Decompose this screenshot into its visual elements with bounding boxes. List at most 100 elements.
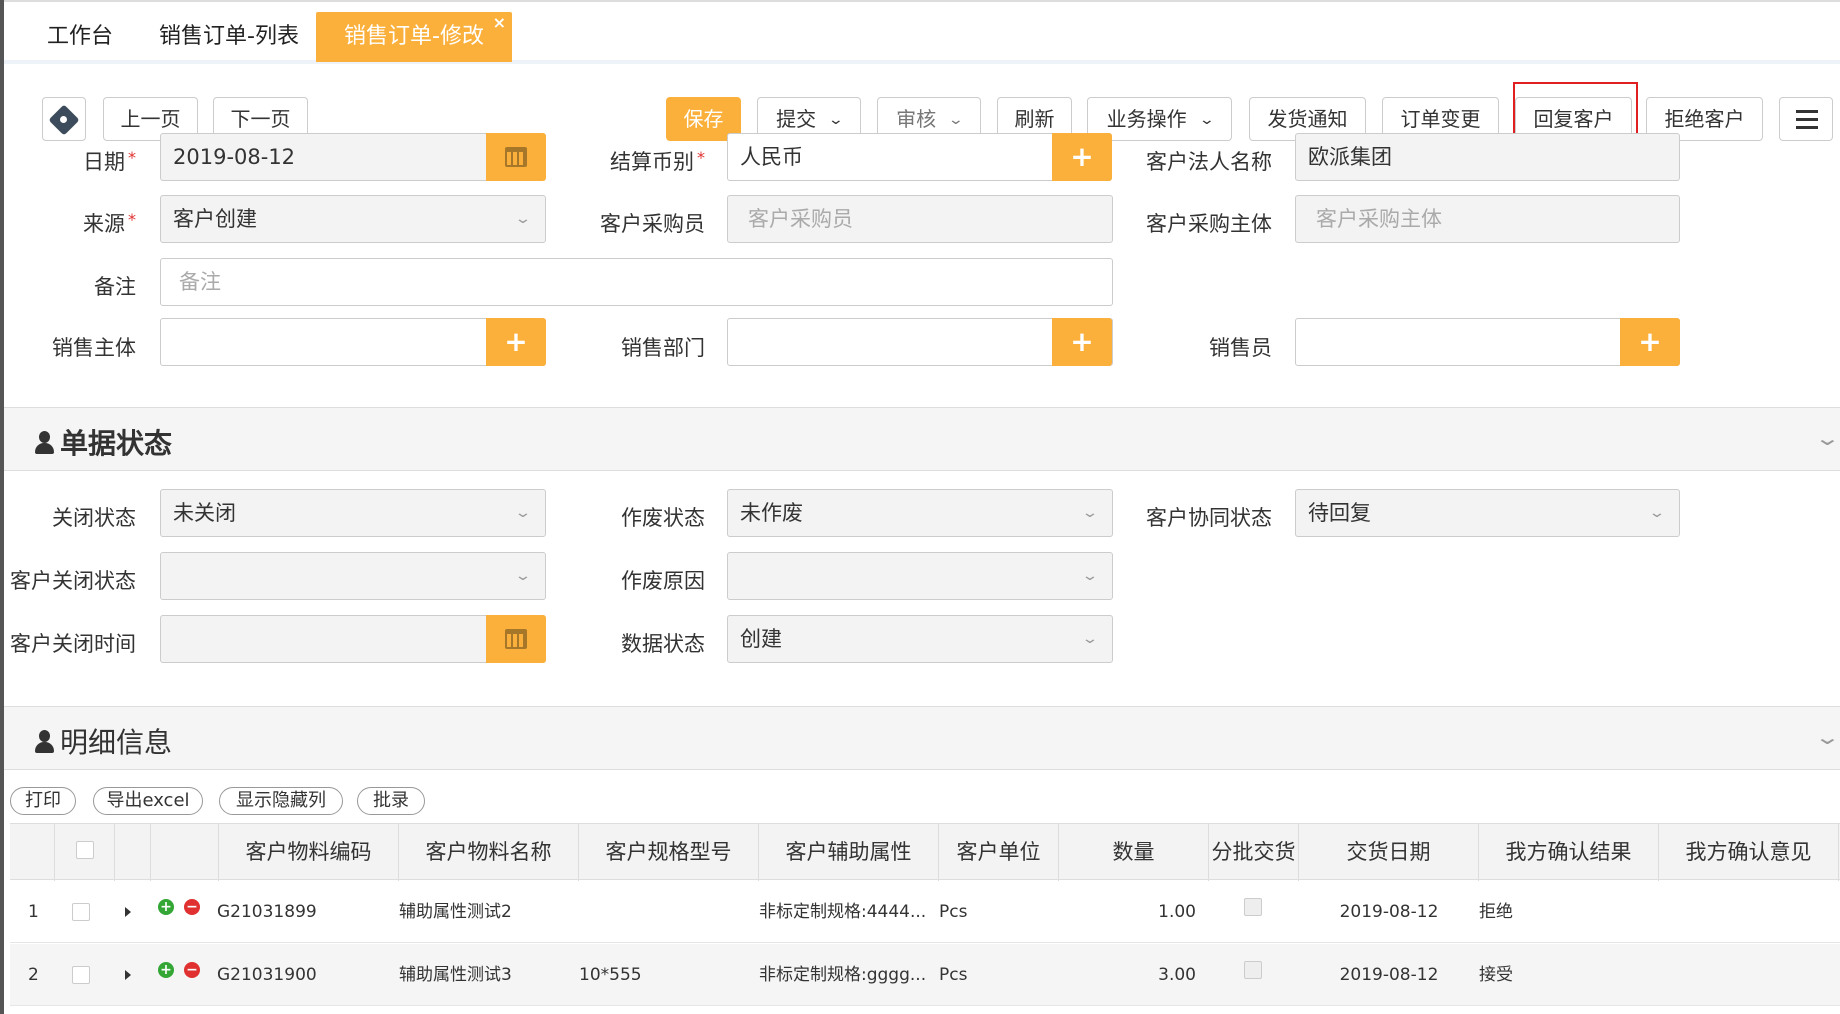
close-status-label: 关闭状态 bbox=[52, 506, 136, 530]
cell-qty: 3.00 bbox=[1158, 965, 1196, 985]
void-status-label: 作废状态 bbox=[621, 506, 705, 530]
cell-result: 接受 bbox=[1479, 965, 1513, 985]
add-row-icon[interactable]: + bbox=[158, 899, 174, 915]
table-row[interactable]: 2 + − G21031900 辅助属性测试3 10*555 非标定制规格:gg… bbox=[10, 944, 1840, 1006]
cell-date: 2019-08-12 bbox=[1339, 902, 1439, 922]
remark-label: 备注 bbox=[94, 275, 136, 299]
calendar-icon[interactable] bbox=[486, 615, 546, 663]
cust-close-status-label: 客户关闭状态 bbox=[10, 569, 136, 593]
tab-sales-order-list[interactable]: 销售订单-列表 bbox=[144, 12, 314, 62]
batch-delivery-checkbox[interactable] bbox=[1244, 961, 1262, 979]
tab-sales-order-edit[interactable]: 销售订单-修改 × bbox=[316, 12, 512, 62]
source-label: 来源 * bbox=[83, 210, 136, 236]
cell-unit: Pcs bbox=[939, 965, 968, 985]
cell-name: 辅助属性测试2 bbox=[399, 902, 512, 922]
print-button[interactable]: 打印 bbox=[10, 787, 76, 815]
calendar-icon[interactable] bbox=[486, 133, 546, 181]
column-header[interactable]: 客户物料编码 bbox=[219, 824, 399, 881]
remove-row-icon[interactable]: − bbox=[184, 962, 200, 978]
legal-name-label: 客户法人名称 bbox=[1146, 150, 1272, 174]
column-header[interactable]: 我方确认意见 bbox=[1659, 824, 1839, 881]
cell-attr: 非标定制规格:gggg... bbox=[759, 965, 927, 985]
table-row[interactable]: 1 + − G21031899 辅助属性测试2 非标定制规格:4444... P… bbox=[10, 881, 1840, 943]
tab-label: 销售订单-修改 bbox=[344, 24, 484, 49]
chevron-down-icon: ⌄ bbox=[514, 568, 532, 584]
add-salesman-button[interactable]: + bbox=[1620, 318, 1680, 366]
detail-section-header[interactable]: 明细信息 ⌄ bbox=[4, 706, 1840, 770]
select-all-cell bbox=[55, 824, 115, 881]
add-currency-button[interactable]: + bbox=[1052, 133, 1112, 181]
status-section-header[interactable]: 单据状态 ⌄ bbox=[4, 407, 1840, 471]
batch-entry-button[interactable]: 批录 bbox=[357, 787, 425, 815]
column-header[interactable]: 客户单位 bbox=[939, 824, 1059, 881]
select-all-checkbox[interactable] bbox=[76, 841, 94, 859]
chevron-down-icon: ⌄ bbox=[1081, 505, 1099, 521]
source-select[interactable]: 客户创建 ⌄ bbox=[160, 195, 546, 243]
column-header[interactable]: 客户物料名称 bbox=[399, 824, 579, 881]
export-excel-button[interactable]: 导出excel bbox=[93, 787, 203, 815]
cell-qty: 1.00 bbox=[1158, 902, 1196, 922]
user-icon bbox=[34, 431, 54, 455]
column-header[interactable]: 客户辅助属性 bbox=[759, 824, 939, 881]
buyer-label: 客户采购员 bbox=[600, 212, 705, 236]
column-header[interactable]: 客户规格型号 bbox=[579, 824, 759, 881]
row-checkbox[interactable] bbox=[72, 903, 90, 921]
row-index: 1 bbox=[28, 902, 39, 922]
chevron-down-icon: ⌄ bbox=[1198, 112, 1215, 128]
chevron-down-icon: ⌄ bbox=[1648, 505, 1666, 521]
column-header[interactable]: 我方确认结果 bbox=[1479, 824, 1659, 881]
sales-dept-label: 销售部门 bbox=[621, 336, 705, 360]
remove-row-icon[interactable]: − bbox=[184, 899, 200, 915]
data-status-select[interactable]: 创建 ⌄ bbox=[727, 615, 1113, 663]
table-header: 客户物料编码 客户物料名称 客户规格型号 客户辅助属性 客户单位 数量 分批交货… bbox=[10, 823, 1840, 881]
cell-date: 2019-08-12 bbox=[1339, 965, 1439, 985]
chevron-down-icon: ⌄ bbox=[1081, 631, 1099, 647]
salesman-label: 销售员 bbox=[1209, 336, 1272, 360]
cell-spec: 10*555 bbox=[579, 965, 642, 985]
collab-status-select[interactable]: 待回复 ⌄ bbox=[1295, 489, 1680, 537]
tab-workbench[interactable]: 工作台 bbox=[30, 12, 130, 62]
business-ops-label: 业务操作 bbox=[1106, 107, 1187, 131]
sales-entity-label: 销售主体 bbox=[52, 336, 136, 360]
batch-delivery-checkbox[interactable] bbox=[1244, 898, 1262, 916]
status-section-title: 单据状态 bbox=[34, 422, 172, 462]
detail-section-title: 明细信息 bbox=[34, 721, 172, 761]
close-status-select[interactable]: 未关闭 ⌄ bbox=[160, 489, 546, 537]
tab-bar: 工作台 销售订单-列表 销售订单-修改 × bbox=[4, 2, 1840, 64]
row-checkbox[interactable] bbox=[72, 966, 90, 984]
close-icon[interactable]: × bbox=[493, 0, 506, 48]
column-header[interactable]: 交货日期 bbox=[1299, 824, 1479, 881]
tag-button[interactable] bbox=[42, 97, 86, 141]
menu-button[interactable] bbox=[1779, 97, 1833, 141]
add-sales-entity-button[interactable]: + bbox=[486, 318, 546, 366]
submit-label: 提交 bbox=[776, 107, 817, 131]
data-status-label: 数据状态 bbox=[621, 632, 705, 656]
cust-close-status-select[interactable]: ⌄ bbox=[160, 552, 546, 600]
date-label: 日期 * bbox=[83, 148, 136, 174]
hamburger-icon bbox=[1796, 110, 1818, 113]
user-icon bbox=[34, 730, 54, 754]
show-hidden-columns-button[interactable]: 显示隐藏列 bbox=[219, 787, 343, 815]
chevron-down-icon[interactable]: ⌄ bbox=[1814, 725, 1840, 749]
cell-unit: Pcs bbox=[939, 902, 968, 922]
void-reason-label: 作废原因 bbox=[621, 569, 705, 593]
window-edge bbox=[0, 0, 4, 1014]
add-row-icon[interactable]: + bbox=[158, 962, 174, 978]
void-status-select[interactable]: 未作废 ⌄ bbox=[727, 489, 1113, 537]
column-header[interactable]: 数量 bbox=[1059, 824, 1209, 881]
cell-attr: 非标定制规格:4444... bbox=[759, 902, 927, 922]
column-header[interactable]: 分批交货 bbox=[1209, 824, 1299, 881]
void-reason-select[interactable]: ⌄ bbox=[727, 552, 1113, 600]
chevron-down-icon: ⌄ bbox=[514, 505, 532, 521]
chevron-down-icon: ⌄ bbox=[1081, 568, 1099, 584]
buyer-entity-field: 客户采购主体 bbox=[1295, 195, 1680, 243]
expand-icon[interactable] bbox=[125, 970, 131, 980]
audit-label: 审核 bbox=[896, 107, 937, 131]
cell-name: 辅助属性测试3 bbox=[399, 965, 512, 985]
chevron-down-icon[interactable]: ⌄ bbox=[1814, 426, 1840, 450]
remark-input[interactable]: 备注 bbox=[160, 258, 1113, 306]
add-sales-dept-button[interactable]: + bbox=[1052, 318, 1112, 366]
row-index: 2 bbox=[28, 965, 39, 985]
collab-status-label: 客户协同状态 bbox=[1146, 506, 1272, 530]
expand-icon[interactable] bbox=[125, 907, 131, 917]
